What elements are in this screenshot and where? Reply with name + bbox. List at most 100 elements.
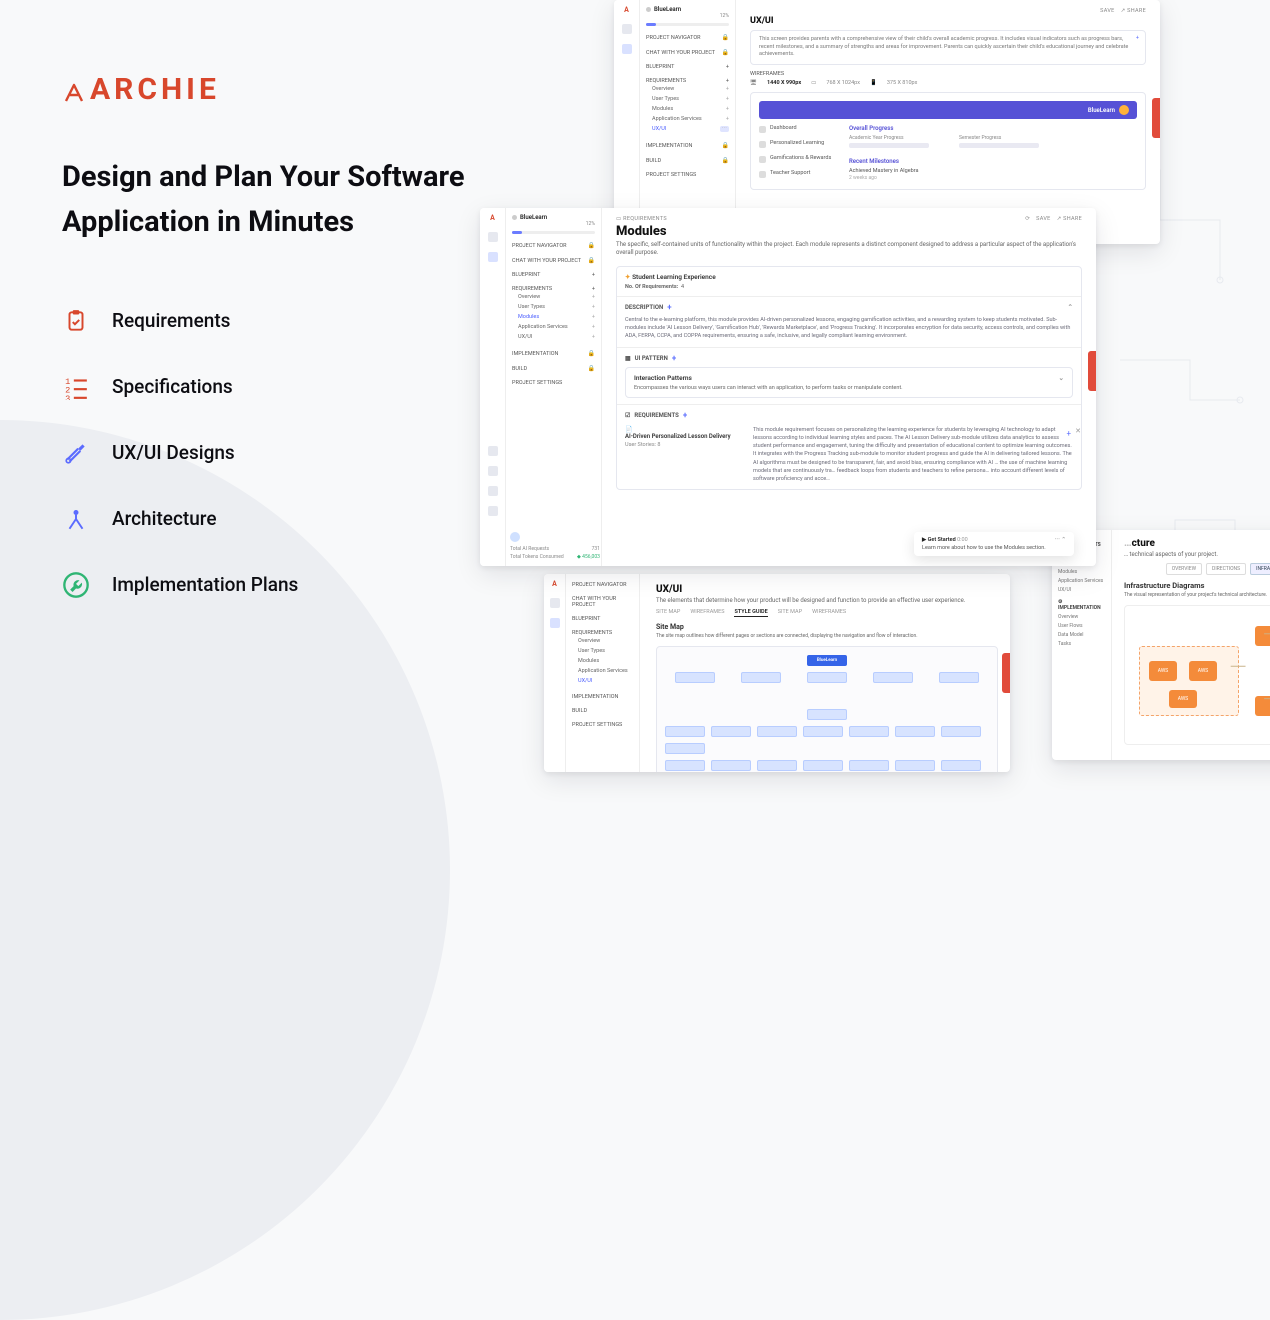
wireframe-preview: BlueLearn Dashboard Personalized Learnin… bbox=[750, 92, 1146, 190]
module-description: Central to the e-learning platform, this… bbox=[625, 316, 1073, 341]
rail-faq-icon[interactable] bbox=[488, 466, 498, 476]
rail-support-icon[interactable] bbox=[488, 506, 498, 516]
rail-projects-icon[interactable] bbox=[622, 44, 632, 54]
nav-section[interactable]: CHAT WITH YOUR PROJECT bbox=[646, 50, 715, 56]
rail-projects-icon[interactable] bbox=[488, 252, 498, 262]
ux-ui-icon bbox=[62, 439, 90, 467]
nav-item[interactable]: Modules+ bbox=[646, 104, 729, 114]
nav-dashboard[interactable]: Dashboard bbox=[770, 125, 797, 131]
nav-section[interactable]: REQUIREMENTS bbox=[646, 78, 686, 84]
screenshot-sitemap: A PROJECT NAVIGATOR CHAT WITH YOUR PROJE… bbox=[544, 574, 1010, 772]
nav-section[interactable]: BLUEPRINT bbox=[512, 272, 540, 278]
module-name: Student Learning Experience bbox=[632, 273, 716, 281]
nav-section[interactable]: BUILD bbox=[512, 366, 527, 372]
feature-uxui: UX/UI Designs bbox=[62, 439, 482, 467]
add-icon[interactable]: + bbox=[667, 303, 671, 312]
get-started-tooltip[interactable]: ▶ Get Started 0:00⋯ ⌃ Learn more about h… bbox=[914, 532, 1074, 556]
nav-gamification[interactable]: Gamifications & Rewards bbox=[770, 155, 831, 161]
close-icon[interactable]: ✕ bbox=[1075, 426, 1081, 437]
tabs[interactable]: SITE MAP WIREFRAMES STYLE GUIDE SITE MAP… bbox=[656, 609, 998, 617]
brand-logo: ARCHIE bbox=[62, 72, 482, 107]
feature-label: Specifications bbox=[112, 375, 233, 398]
panel-heading: Site Map bbox=[656, 623, 998, 631]
sitemap-canvas[interactable]: BlueLearn bbox=[656, 646, 998, 772]
nav-item[interactable]: Overview+ bbox=[512, 292, 595, 302]
pin-icon bbox=[646, 7, 651, 12]
nav-section[interactable]: BUILD bbox=[646, 158, 661, 164]
lock-icon: 🔒 bbox=[722, 157, 729, 164]
specifications-icon: 123 bbox=[62, 373, 90, 401]
nav-item-active[interactable]: UX/UI⋯ bbox=[646, 124, 729, 134]
requirement-body: This module requirement focuses on perso… bbox=[753, 426, 1073, 484]
project-name: BlueLearn bbox=[654, 6, 681, 13]
mini-logo-icon: A bbox=[490, 214, 495, 222]
side-nav: PROJECT NAVIGATOR CHAT WITH YOUR PROJECT… bbox=[566, 574, 640, 772]
requirement-title[interactable]: AI-Driven Personalized Lesson Delivery bbox=[625, 433, 745, 440]
feature-requirements: Requirements bbox=[62, 307, 482, 335]
rail-home-icon[interactable] bbox=[622, 24, 632, 34]
wireframe-brand: BlueLearn bbox=[1088, 107, 1115, 114]
nav-item[interactable]: UX/UI+ bbox=[512, 332, 595, 342]
rail-docs-icon[interactable] bbox=[488, 446, 498, 456]
page-subtitle: … technical aspects of your project. bbox=[1124, 551, 1270, 559]
feature-list: Requirements 123 Specifications UX/UI De… bbox=[62, 307, 482, 599]
add-icon[interactable]: + bbox=[672, 354, 676, 363]
nav-item[interactable]: Application Services+ bbox=[646, 114, 729, 124]
nav-section[interactable]: PROJECT SETTINGS bbox=[646, 172, 696, 178]
avatar-icon bbox=[1119, 105, 1129, 115]
save-button[interactable]: Save bbox=[1100, 8, 1114, 14]
tabs[interactable]: OVERVIEW DIRECTIONS INFRASTRUCTURE DIAGR… bbox=[1124, 563, 1270, 575]
feature-architecture: Architecture bbox=[62, 505, 482, 533]
share-button[interactable]: ↗ Share bbox=[1121, 8, 1146, 14]
add-icon[interactable]: + bbox=[1136, 35, 1139, 43]
progress-pct: 12% bbox=[646, 13, 729, 19]
nav-section[interactable]: BLUEPRINT bbox=[646, 64, 674, 70]
nav-item[interactable]: Application Services+ bbox=[512, 322, 595, 332]
feedback-tab[interactable] bbox=[1152, 98, 1160, 138]
nav-item[interactable]: User Types+ bbox=[646, 94, 729, 104]
nav-section[interactable]: PROJECT SETTINGS bbox=[512, 380, 562, 386]
milestones-heading: Recent Milestones bbox=[849, 158, 1137, 165]
chevron-down-icon[interactable]: ⌄ bbox=[1059, 374, 1064, 382]
nav-section[interactable]: PROJECT NAVIGATOR bbox=[512, 243, 567, 249]
screenshot-modules: A BlueLearn 12% PROJECT NAVIGATOR🔒 CHAT … bbox=[480, 208, 1096, 566]
chevron-up-icon[interactable]: ⌃ bbox=[1068, 303, 1073, 311]
nav-personalized[interactable]: Personalized Learning bbox=[770, 140, 824, 146]
mini-logo-icon: A bbox=[624, 6, 629, 14]
wireframe-sizes[interactable]: 🖥 1440 X 990px ▭ 768 X 1024px 📱 375 X 81… bbox=[750, 80, 1146, 86]
add-icon[interactable]: + bbox=[683, 411, 687, 420]
page-subtitle: The specific, self-contained units of fu… bbox=[616, 241, 1082, 258]
nav-section[interactable]: IMPLEMENTATION bbox=[646, 143, 692, 149]
feedback-tab[interactable] bbox=[1002, 653, 1010, 693]
nav-item[interactable]: User Types+ bbox=[512, 302, 595, 312]
add-icon[interactable]: + bbox=[1066, 428, 1071, 440]
nav-item[interactable]: Overview+ bbox=[646, 84, 729, 94]
page-title: UX/UI bbox=[656, 584, 998, 595]
nav-teacher[interactable]: Teacher Support bbox=[770, 170, 810, 176]
architecture-icon bbox=[62, 505, 90, 533]
save-button[interactable]: Save bbox=[1036, 216, 1050, 222]
feedback-tab[interactable] bbox=[1088, 351, 1096, 391]
intro-text: This screen provides parents with a comp… bbox=[750, 30, 1146, 65]
svg-text:3: 3 bbox=[65, 394, 70, 400]
nav-section[interactable]: PROJECT NAVIGATOR bbox=[646, 35, 701, 41]
breadcrumb[interactable]: REQUIREMENTS bbox=[623, 216, 667, 222]
feature-label: Requirements bbox=[112, 309, 230, 332]
nav-section[interactable]: REQUIREMENTS bbox=[512, 286, 552, 292]
share-button[interactable]: ↗ Share bbox=[1057, 216, 1082, 222]
rail-contact-icon[interactable] bbox=[488, 486, 498, 496]
panel-heading: Infrastructure Diagrams bbox=[1124, 581, 1270, 590]
milestone-time: 2 weeks ago bbox=[849, 175, 1137, 181]
requirement-meta: User Stories: 8 bbox=[625, 442, 745, 448]
sitemap-root[interactable]: BlueLearn bbox=[807, 655, 847, 666]
page-title: Modules bbox=[616, 224, 1082, 239]
project-name: BlueLearn bbox=[520, 214, 547, 221]
rail-home-icon[interactable] bbox=[488, 232, 498, 242]
nav-section[interactable]: IMPLEMENTATION bbox=[512, 351, 558, 357]
avatar[interactable] bbox=[510, 532, 520, 542]
ui-pattern-title: Interaction Patterns bbox=[634, 374, 692, 382]
infra-diagram[interactable]: AWS AWS AWS bbox=[1124, 605, 1270, 745]
nav-section[interactable]: CHAT WITH YOUR PROJECT bbox=[512, 258, 581, 264]
feature-specifications: 123 Specifications bbox=[62, 373, 482, 401]
nav-item-active[interactable]: Modules+ bbox=[512, 312, 595, 322]
